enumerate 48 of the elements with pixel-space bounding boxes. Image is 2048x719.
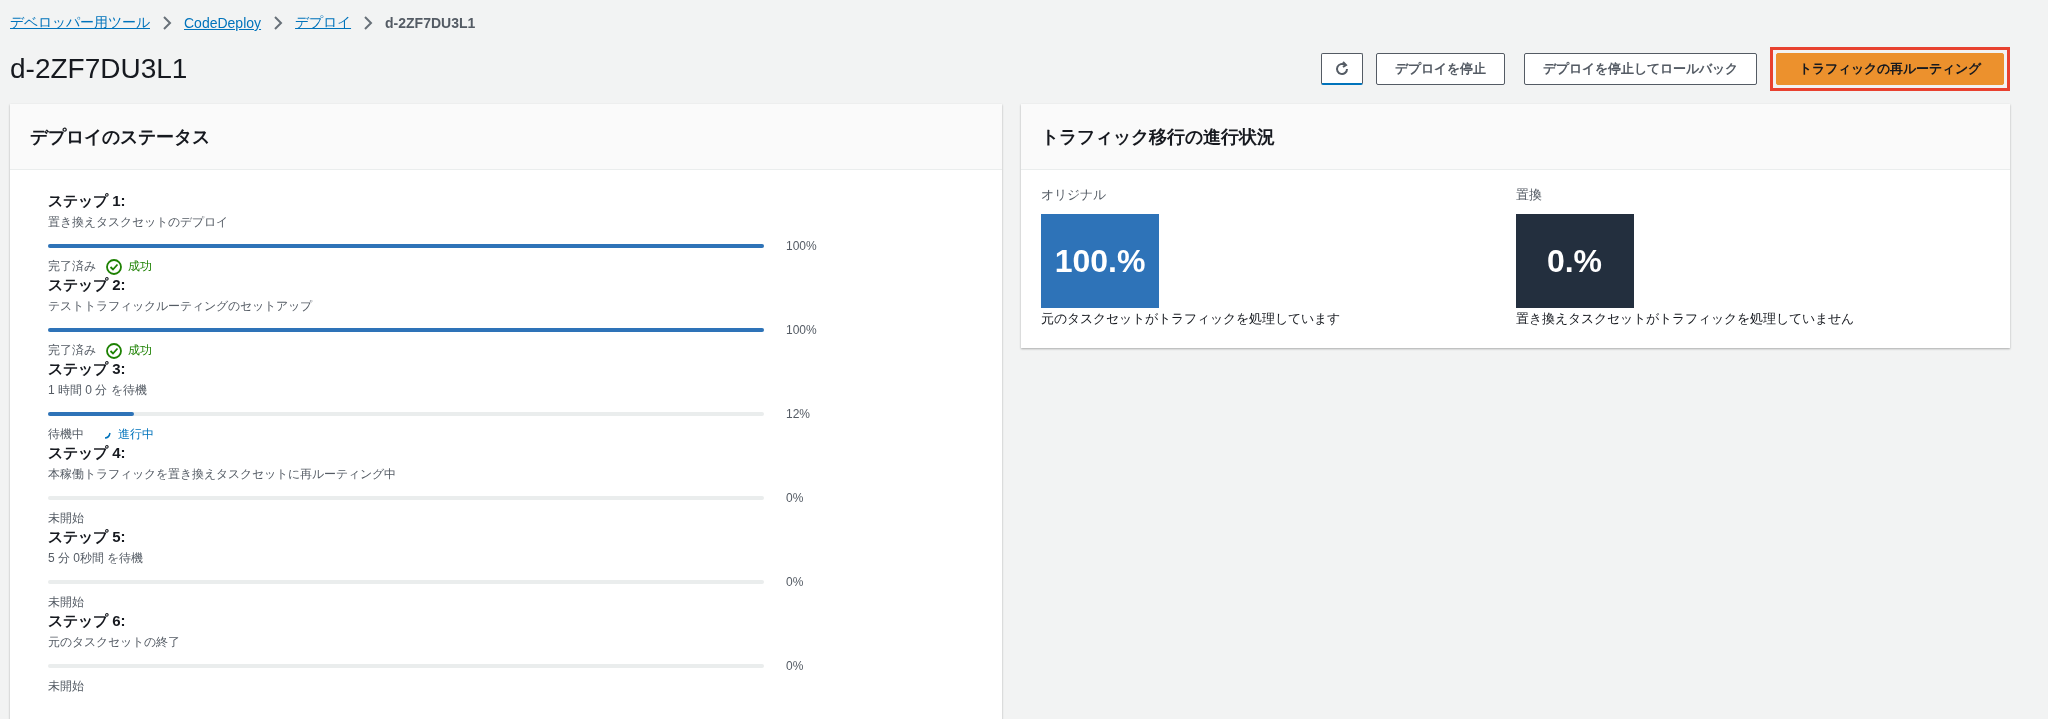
step-state: 完了済み bbox=[48, 258, 96, 275]
step-description: テストトラフィックルーティングのセットアップ bbox=[48, 298, 314, 315]
breadcrumb-link[interactable]: CodeDeploy bbox=[184, 15, 262, 31]
step-name: ステップ 4: bbox=[48, 444, 127, 463]
refresh-button[interactable] bbox=[1321, 53, 1363, 85]
chevron-right-icon bbox=[363, 16, 374, 30]
step-state: 未開始 bbox=[48, 594, 84, 611]
step-description: 本稼働トラフィックを置き換えタスクセットに再ルーティング中 bbox=[48, 466, 397, 483]
task-set-label: オリジナル bbox=[1041, 186, 1107, 204]
step-description: 元のタスクセットの終了 bbox=[48, 634, 181, 651]
chevron-right-icon bbox=[162, 16, 172, 30]
step-state: 未開始 bbox=[48, 678, 84, 695]
panel-title: トラフィック移行の進行状況 bbox=[1041, 125, 1275, 149]
progress-reading: 12% bbox=[786, 407, 811, 421]
breadcrumb-link[interactable]: デベロッパー用ツール bbox=[10, 14, 150, 32]
step-name: ステップ 1: bbox=[48, 192, 127, 211]
step-state: 完了済み bbox=[48, 342, 96, 359]
task-set-label: 置換 bbox=[1515, 186, 1543, 204]
progress-reading: 0% bbox=[786, 491, 804, 505]
breadcrumb-current: d-2ZF7DU3L1 bbox=[385, 15, 476, 31]
traffic-tile: 100.% bbox=[1041, 214, 1159, 308]
progress-reading: 0% bbox=[786, 659, 804, 673]
progress-reading: 100% bbox=[786, 323, 817, 337]
step-result: 成功 bbox=[128, 342, 152, 359]
action-button[interactable]: デプロイを停止 bbox=[1376, 53, 1505, 85]
step-name: ステップ 2: bbox=[48, 276, 127, 295]
step-state: 待機中 bbox=[48, 426, 84, 443]
step-description: 1 時間 0 分 を待機 bbox=[48, 382, 148, 399]
step-description: 5 分 0秒間 を待機 bbox=[48, 550, 145, 567]
breadcrumb-link[interactable]: デプロイ bbox=[295, 14, 352, 32]
traffic-tile: 0.% bbox=[1515, 214, 1634, 308]
step-state: 未開始 bbox=[48, 510, 84, 527]
page-title: d-2ZF7DU3L1 bbox=[10, 53, 188, 85]
step-description: 置き換えタスクセットのデプロイ bbox=[48, 214, 229, 231]
action-button[interactable]: デプロイを停止してロールバック bbox=[1524, 53, 1757, 85]
chevron-right-icon bbox=[273, 16, 284, 30]
step-result: 成功 bbox=[128, 258, 152, 275]
refresh-icon bbox=[1334, 60, 1350, 77]
step-name: ステップ 6: bbox=[48, 612, 127, 631]
progress-reading: 0% bbox=[786, 575, 804, 589]
step-name: ステップ 3: bbox=[48, 360, 127, 379]
traffic-caption: 置き換えタスクセットがトラフィックを処理していません bbox=[1515, 310, 1855, 328]
progress-reading: 100% bbox=[786, 239, 817, 253]
reroute-traffic-button[interactable]: トラフィックの再ルーティング bbox=[1776, 53, 2004, 85]
step-name: ステップ 5: bbox=[48, 528, 127, 547]
traffic-caption: 元のタスクセットがトラフィックを処理しています bbox=[1041, 310, 1341, 328]
panel-title: デプロイのステータス bbox=[30, 125, 210, 149]
step-result: 進行中 bbox=[118, 426, 154, 443]
